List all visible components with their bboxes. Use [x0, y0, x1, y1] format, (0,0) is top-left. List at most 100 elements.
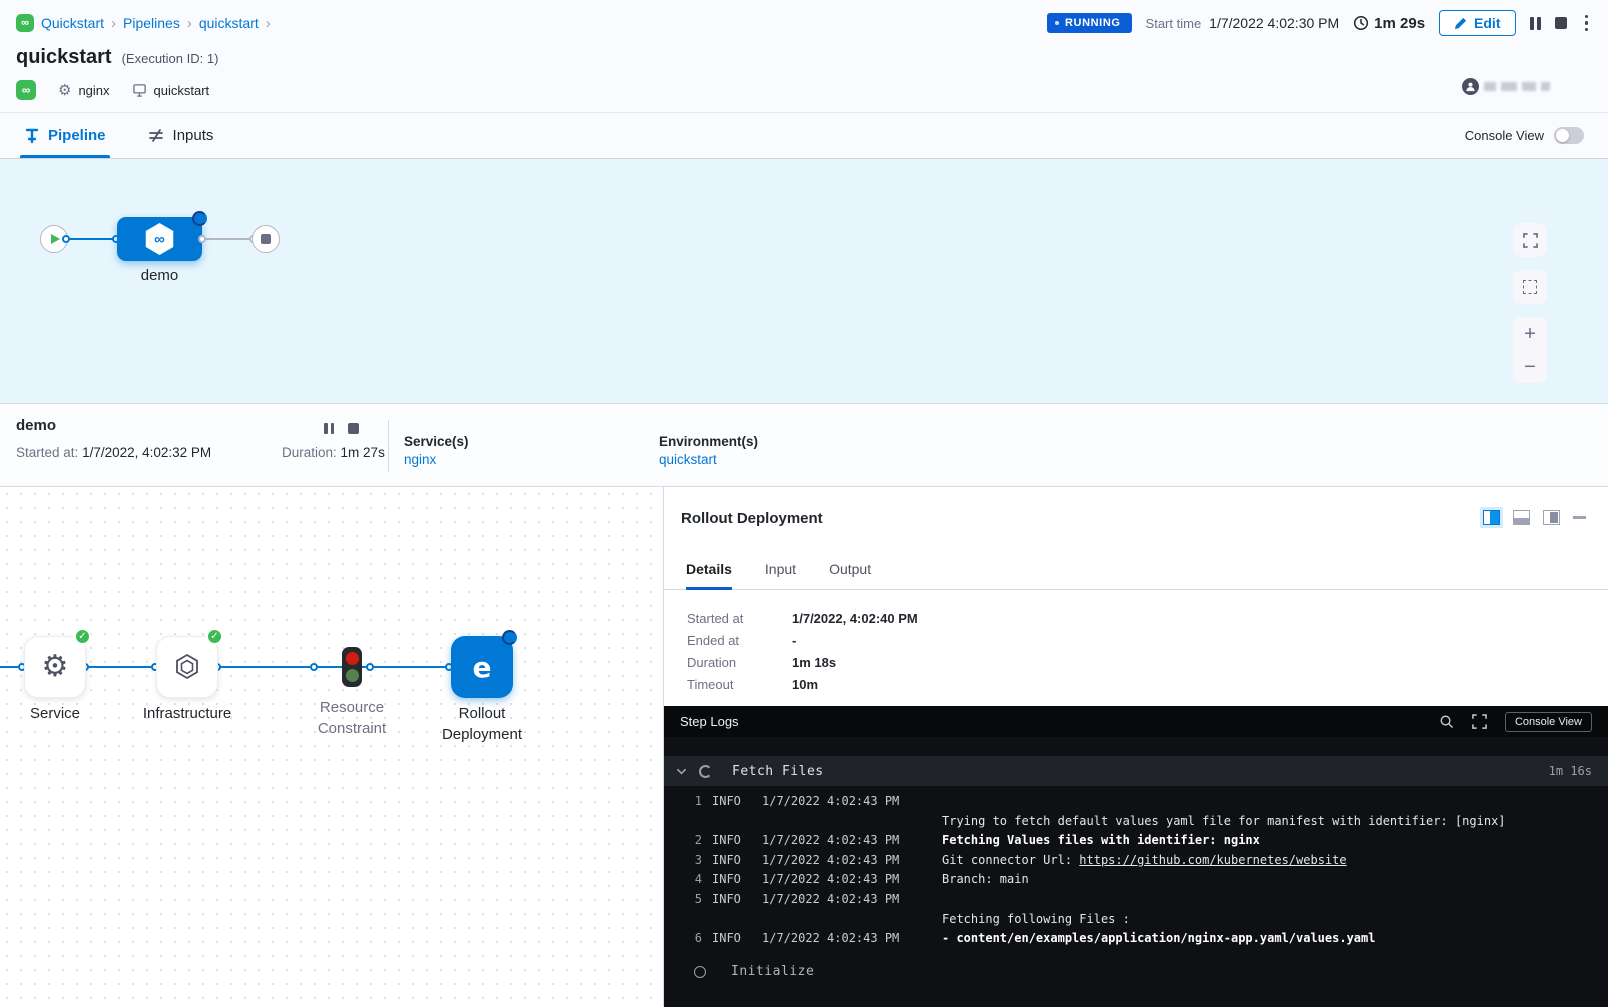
step-details-panel: Rollout Deployment Details Input Output … — [664, 487, 1608, 1007]
tab-pipeline[interactable]: Pipeline — [24, 113, 106, 158]
stage-summary-bar: demo Started at: 1/7/2022, 4:02:32 PM Du… — [0, 403, 1608, 487]
breadcrumb-pipelines[interactable]: Pipelines — [123, 15, 180, 31]
node-infrastructure[interactable] — [156, 636, 218, 698]
node-label-resource-constraint: Resource Constraint — [297, 697, 407, 739]
tab-output[interactable]: Output — [829, 549, 871, 589]
stage-graph-canvas[interactable]: ∞ demo + − — [0, 158, 1608, 403]
chevron-right-icon: › — [266, 15, 271, 32]
zoom-controls: + − — [1513, 317, 1547, 383]
success-check-icon: ✓ — [74, 628, 91, 645]
page-title: quickstart — [16, 46, 112, 69]
services-label: Service(s) — [404, 434, 469, 449]
traffic-light-green-icon — [346, 669, 359, 682]
chevron-right-icon: › — [111, 15, 116, 32]
redacted-text — [1501, 82, 1517, 91]
tab-details[interactable]: Details — [686, 549, 732, 589]
node-service[interactable]: ⚙ — [24, 636, 86, 698]
traffic-light-red-icon — [346, 652, 359, 665]
node-label-service: Service — [10, 703, 100, 724]
environment-link[interactable]: quickstart — [659, 452, 717, 467]
console-view-label: Console View — [1465, 128, 1544, 143]
log-line: 1INFO1/7/2022 4:02:43 PM — [664, 792, 1608, 812]
step-details-fields: Started at1/7/2022, 4:02:40 PM Ended at-… — [664, 590, 1608, 706]
marquee-select-button[interactable] — [1513, 270, 1547, 304]
log-lines: 1INFO1/7/2022 4:02:43 PM Trying to fetch… — [664, 786, 1608, 949]
node-label-rollout-deployment: Rollout Deployment — [427, 703, 537, 745]
log-line: 6INFO1/7/2022 4:02:43 PM- content/en/exa… — [664, 929, 1608, 949]
user-avatars — [1462, 78, 1550, 95]
running-spinner-badge — [192, 211, 207, 226]
git-connector-link[interactable]: https://github.com/kubernetes/website — [1079, 853, 1346, 867]
search-icon[interactable] — [1439, 714, 1454, 729]
breadcrumb: ∞ Quickstart › Pipelines › quickstart › — [16, 14, 271, 32]
stage-label: demo — [117, 267, 202, 284]
more-options-button[interactable] — [1581, 15, 1593, 32]
section-duration: 1m 16s — [1549, 764, 1592, 778]
connector-dot — [62, 235, 70, 243]
field-ended-at: Ended at- — [687, 633, 1608, 648]
minimize-panel-button[interactable] — [1573, 516, 1586, 519]
tab-input[interactable]: Input — [765, 549, 796, 589]
pause-stage-button[interactable] — [324, 423, 334, 434]
field-duration: Duration1m 18s — [687, 655, 1608, 670]
connector-dot — [310, 663, 318, 671]
divider — [388, 420, 389, 472]
node-label-infrastructure: Infrastructure — [127, 703, 247, 724]
stage-name: demo — [16, 417, 56, 434]
environment-tag[interactable]: quickstart — [132, 83, 210, 98]
node-resource-constraint[interactable] — [342, 647, 362, 687]
log-section-initialize[interactable]: Initialize — [664, 957, 1608, 987]
zoom-in-button[interactable]: + — [1524, 324, 1536, 344]
fullscreen-button[interactable] — [1513, 223, 1547, 257]
log-line-wrap: Fetching following Files : — [664, 910, 1608, 930]
panel-layout-controls — [1483, 510, 1586, 525]
layout-panel-button[interactable] — [1543, 510, 1560, 525]
breadcrumb-pipeline-name[interactable]: quickstart — [199, 15, 259, 31]
status-badge: RUNNING — [1047, 13, 1132, 33]
log-line: 2INFO1/7/2022 4:02:43 PMFetching Values … — [664, 831, 1608, 851]
console-header: Step Logs Console View — [664, 706, 1608, 737]
layout-right-split-button[interactable] — [1483, 510, 1500, 525]
node-rollout-deployment[interactable]: e — [451, 636, 513, 698]
stage-node-demo[interactable]: ∞ — [117, 217, 202, 261]
stop-execution-button[interactable] — [1555, 17, 1567, 29]
redacted-text — [1522, 82, 1536, 91]
console-title: Step Logs — [680, 714, 739, 729]
console-body: Fetch Files 1m 16s 1INFO1/7/2022 4:02:43… — [664, 737, 1608, 1007]
start-time-label: Start time — [1146, 16, 1202, 31]
chevron-down-icon — [676, 766, 687, 777]
step-logs-console: Step Logs Console View — [664, 706, 1608, 1007]
console-view-button[interactable]: Console View — [1505, 712, 1592, 732]
execution-graph-canvas[interactable]: ⚙ ✓ ✓ e Service Infrastructure Reso — [0, 487, 664, 1007]
running-spinner-badge — [502, 630, 517, 645]
cd-module-icon: ∞ — [16, 80, 36, 100]
breadcrumb-quickstart[interactable]: Quickstart — [41, 15, 104, 31]
pipeline-icon — [24, 128, 40, 144]
expand-icon[interactable] — [1472, 714, 1487, 729]
console-view-toggle[interactable] — [1554, 127, 1584, 144]
harness-logo-icon: ∞ — [16, 14, 34, 32]
elapsed-time: 1m 29s — [1353, 15, 1425, 32]
tab-inputs[interactable]: Inputs — [148, 113, 214, 158]
marquee-icon — [1523, 280, 1537, 294]
pause-execution-button[interactable] — [1530, 17, 1541, 30]
end-node[interactable] — [252, 225, 280, 253]
connector-dot — [366, 663, 374, 671]
fullscreen-icon — [1523, 233, 1538, 248]
service-tag[interactable]: ⚙ nginx — [58, 81, 110, 99]
redacted-text — [1484, 82, 1496, 91]
zoom-out-button[interactable]: − — [1524, 357, 1536, 377]
panel-tabbar: Details Input Output — [664, 549, 1608, 590]
pending-circle-icon — [694, 966, 706, 978]
app-root: ∞ Quickstart › Pipelines › quickstart › … — [0, 0, 1608, 1007]
log-section-fetch-files[interactable]: Fetch Files 1m 16s — [664, 756, 1608, 786]
service-link[interactable]: nginx — [404, 452, 436, 467]
connector-dot — [198, 235, 206, 243]
layout-bottom-split-button[interactable] — [1513, 510, 1530, 525]
log-line: 3INFO1/7/2022 4:02:43 PMGit connector Ur… — [664, 851, 1608, 871]
chevron-right-icon: › — [187, 15, 192, 32]
edit-button[interactable]: Edit — [1439, 10, 1515, 36]
stop-stage-button[interactable] — [348, 423, 359, 434]
start-time-value: 1/7/2022 4:02:30 PM — [1209, 15, 1339, 31]
log-line: 4INFO1/7/2022 4:02:43 PMBranch: main — [664, 870, 1608, 890]
